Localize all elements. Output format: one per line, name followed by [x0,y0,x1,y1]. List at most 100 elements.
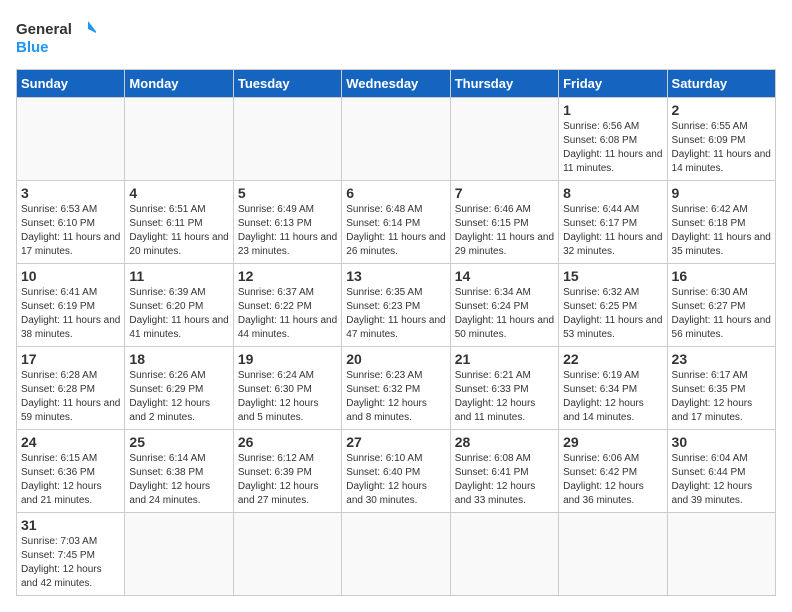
day-info: Sunrise: 6:24 AM Sunset: 6:30 PM Dayligh… [238,369,337,425]
day-number: 4 [129,185,228,201]
day-info: Sunrise: 6:35 AM Sunset: 6:23 PM Dayligh… [346,286,445,342]
calendar-header-row: SundayMondayTuesdayWednesdayThursdayFrid… [17,70,776,98]
calendar-cell: 12 Sunrise: 6:37 AM Sunset: 6:22 PM Dayli… [233,264,341,347]
calendar-cell: 8 Sunrise: 6:44 AM Sunset: 6:17 PM Daylig… [559,181,667,264]
calendar-cell [342,98,450,181]
day-info: Sunrise: 6:28 AM Sunset: 6:28 PM Dayligh… [21,369,120,425]
day-info: Sunrise: 6:32 AM Sunset: 6:25 PM Dayligh… [563,286,662,342]
calendar-cell: 4 Sunrise: 6:51 AM Sunset: 6:11 PM Daylig… [125,181,233,264]
day-number: 22 [563,351,662,367]
day-info: Sunrise: 6:15 AM Sunset: 6:36 PM Dayligh… [21,452,120,508]
calendar-cell [233,98,341,181]
day-number: 8 [563,185,662,201]
calendar-cell: 11 Sunrise: 6:39 AM Sunset: 6:20 PM Dayli… [125,264,233,347]
weekday-header-friday: Friday [559,70,667,98]
day-info: Sunrise: 6:21 AM Sunset: 6:33 PM Dayligh… [455,369,554,425]
day-info: Sunrise: 6:48 AM Sunset: 6:14 PM Dayligh… [346,203,445,259]
day-info: Sunrise: 6:26 AM Sunset: 6:29 PM Dayligh… [129,369,228,425]
calendar-cell: 7Sunrise: 6:46 AM Sunset: 6:15 PM Daylig… [450,181,558,264]
weekday-header-thursday: Thursday [450,70,558,98]
day-number: 26 [238,434,337,450]
calendar-cell: 2 Sunrise: 6:55 AM Sunset: 6:09 PM Daylig… [667,98,775,181]
calendar-cell [125,98,233,181]
day-number: 17 [21,351,120,367]
day-number: 13 [346,268,445,284]
day-info: Sunrise: 6:46 AM Sunset: 6:15 PM Dayligh… [455,203,554,259]
day-number: 16 [672,268,771,284]
day-number: 29 [563,434,662,450]
day-number: 11 [129,268,228,284]
calendar-cell: 26Sunrise: 6:12 AM Sunset: 6:39 PM Dayli… [233,430,341,513]
calendar-cell: 3Sunrise: 6:53 AM Sunset: 6:10 PM Daylig… [17,181,125,264]
day-info: Sunrise: 6:17 AM Sunset: 6:35 PM Dayligh… [672,369,771,425]
day-number: 18 [129,351,228,367]
day-info: Sunrise: 6:51 AM Sunset: 6:11 PM Dayligh… [129,203,228,259]
day-info: Sunrise: 6:14 AM Sunset: 6:38 PM Dayligh… [129,452,228,508]
calendar-week-5: 24 Sunrise: 6:15 AM Sunset: 6:36 PM Dayli… [17,430,776,513]
calendar-cell: 18 Sunrise: 6:26 AM Sunset: 6:29 PM Dayli… [125,347,233,430]
day-number: 31 [21,517,120,533]
day-number: 15 [563,268,662,284]
calendar-cell: 30 Sunrise: 6:04 AM Sunset: 6:44 PM Dayli… [667,430,775,513]
day-number: 5 [238,185,337,201]
day-info: Sunrise: 6:30 AM Sunset: 6:27 PM Dayligh… [672,286,771,342]
calendar-cell: 6 Sunrise: 6:48 AM Sunset: 6:14 PM Daylig… [342,181,450,264]
day-info: Sunrise: 6:41 AM Sunset: 6:19 PM Dayligh… [21,286,120,342]
calendar-cell [450,513,558,596]
day-info: Sunrise: 6:53 AM Sunset: 6:10 PM Dayligh… [21,203,120,259]
calendar-cell [559,513,667,596]
day-info: Sunrise: 6:04 AM Sunset: 6:44 PM Dayligh… [672,452,771,508]
day-number: 6 [346,185,445,201]
day-info: Sunrise: 6:08 AM Sunset: 6:41 PM Dayligh… [455,452,554,508]
calendar-cell: 21 Sunrise: 6:21 AM Sunset: 6:33 PM Dayli… [450,347,558,430]
day-number: 2 [672,102,771,118]
logo: General Blue [16,16,96,61]
day-info: Sunrise: 6:44 AM Sunset: 6:17 PM Dayligh… [563,203,662,259]
weekday-header-tuesday: Tuesday [233,70,341,98]
calendar-cell [125,513,233,596]
day-number: 25 [129,434,228,450]
calendar-cell [342,513,450,596]
day-number: 27 [346,434,445,450]
day-number: 30 [672,434,771,450]
day-number: 24 [21,434,120,450]
day-info: Sunrise: 7:03 AM Sunset: 7:45 PM Dayligh… [21,535,120,591]
day-info: Sunrise: 6:37 AM Sunset: 6:22 PM Dayligh… [238,286,337,342]
day-info: Sunrise: 6:19 AM Sunset: 6:34 PM Dayligh… [563,369,662,425]
logo-svg: General Blue [16,16,96,61]
calendar-week-1: 1Sunrise: 6:56 AM Sunset: 6:08 PM Daylig… [17,98,776,181]
calendar-cell: 20Sunrise: 6:23 AM Sunset: 6:32 PM Dayli… [342,347,450,430]
calendar-cell: 14Sunrise: 6:34 AM Sunset: 6:24 PM Dayli… [450,264,558,347]
calendar-cell: 15 Sunrise: 6:32 AM Sunset: 6:25 PM Dayli… [559,264,667,347]
calendar-cell: 31 Sunrise: 7:03 AM Sunset: 7:45 PM Dayli… [17,513,125,596]
calendar-week-3: 10 Sunrise: 6:41 AM Sunset: 6:19 PM Dayli… [17,264,776,347]
day-info: Sunrise: 6:49 AM Sunset: 6:13 PM Dayligh… [238,203,337,259]
calendar-cell: 27 Sunrise: 6:10 AM Sunset: 6:40 PM Dayli… [342,430,450,513]
day-number: 20 [346,351,445,367]
day-number: 23 [672,351,771,367]
svg-text:General: General [16,21,72,38]
day-number: 21 [455,351,554,367]
day-info: Sunrise: 6:55 AM Sunset: 6:09 PM Dayligh… [672,120,771,176]
calendar-cell [17,98,125,181]
calendar-cell: 10 Sunrise: 6:41 AM Sunset: 6:19 PM Dayli… [17,264,125,347]
calendar-cell: 23 Sunrise: 6:17 AM Sunset: 6:35 PM Dayli… [667,347,775,430]
calendar-cell: 5 Sunrise: 6:49 AM Sunset: 6:13 PM Daylig… [233,181,341,264]
calendar-table: SundayMondayTuesdayWednesdayThursdayFrid… [16,69,776,596]
calendar-cell: 9Sunrise: 6:42 AM Sunset: 6:18 PM Daylig… [667,181,775,264]
calendar-cell: 13 Sunrise: 6:35 AM Sunset: 6:23 PM Dayli… [342,264,450,347]
calendar-cell [667,513,775,596]
svg-text:Blue: Blue [16,39,49,56]
day-number: 12 [238,268,337,284]
day-info: Sunrise: 6:39 AM Sunset: 6:20 PM Dayligh… [129,286,228,342]
calendar-cell: 25 Sunrise: 6:14 AM Sunset: 6:38 PM Dayli… [125,430,233,513]
calendar-cell: 17 Sunrise: 6:28 AM Sunset: 6:28 PM Dayli… [17,347,125,430]
day-info: Sunrise: 6:34 AM Sunset: 6:24 PM Dayligh… [455,286,554,342]
day-number: 1 [563,102,662,118]
weekday-header-sunday: Sunday [17,70,125,98]
day-info: Sunrise: 6:10 AM Sunset: 6:40 PM Dayligh… [346,452,445,508]
page-header: General Blue [16,16,776,61]
calendar-cell: 19Sunrise: 6:24 AM Sunset: 6:30 PM Dayli… [233,347,341,430]
day-number: 10 [21,268,120,284]
weekday-header-saturday: Saturday [667,70,775,98]
